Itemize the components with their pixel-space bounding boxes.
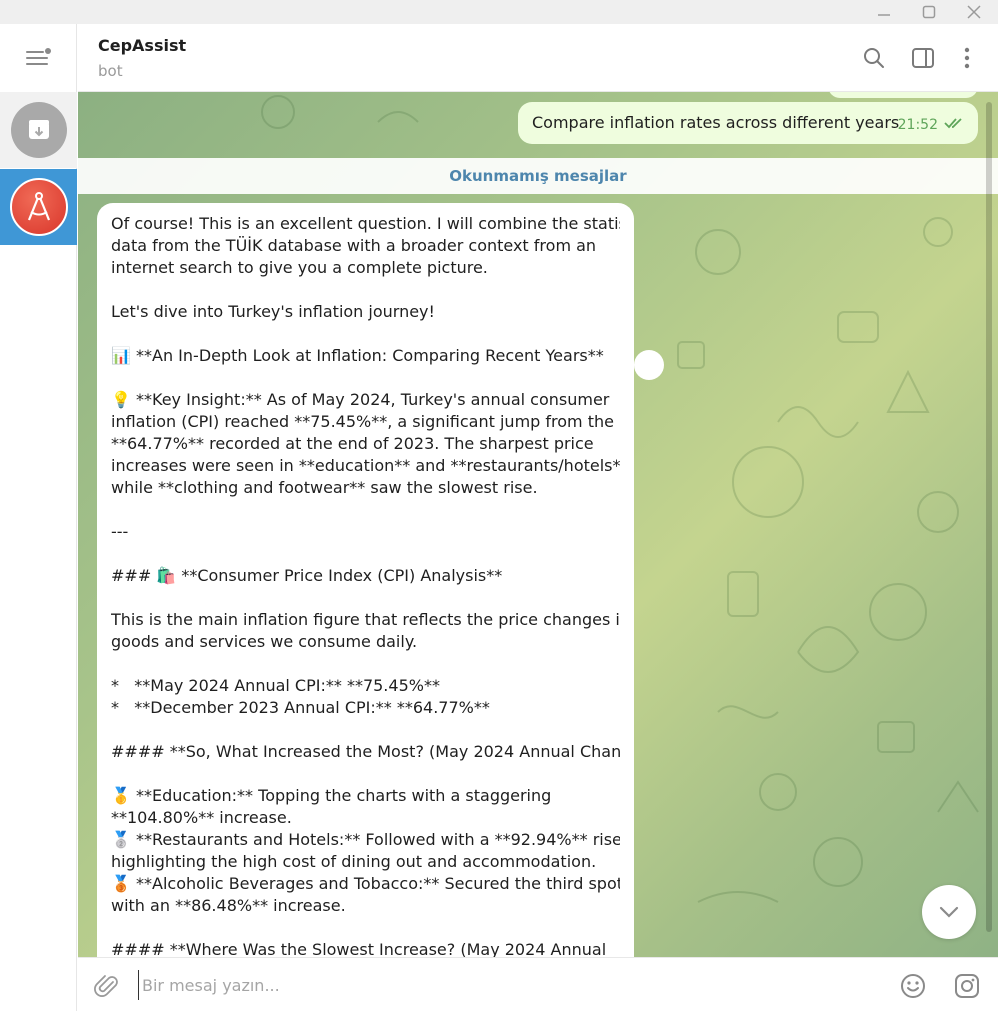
camera-button[interactable] xyxy=(952,971,982,1001)
message-selection-dot xyxy=(634,350,664,380)
message-line: 🥉 **Alcoholic Beverages and Tobacco:** S… xyxy=(111,874,620,893)
message-line: Of course! This is an excellent question… xyxy=(111,214,620,233)
message-line xyxy=(111,719,620,741)
hamburger-menu-icon xyxy=(25,48,51,65)
message-line: 📊 **An In-Depth Look at Inflation: Compa… xyxy=(111,346,604,365)
message-line: goods and services we consume daily. xyxy=(111,632,418,651)
message-line: 💡 **Key Insight:** As of May 2024, Turke… xyxy=(111,390,610,409)
window-titlebar xyxy=(0,0,998,24)
message-line xyxy=(111,323,620,345)
archived-chats-item[interactable] xyxy=(0,92,77,168)
message-line: #### **So, What Increased the Most? (May… xyxy=(111,742,620,761)
message-line xyxy=(111,367,620,389)
side-panel-icon xyxy=(912,48,934,68)
unread-messages-divider: Okunmamış mesajlar xyxy=(78,158,998,194)
message-input[interactable] xyxy=(138,970,878,1000)
search-button[interactable] xyxy=(860,44,888,72)
scroll-to-bottom-button[interactable] xyxy=(922,885,976,939)
chat-title[interactable]: CepAssist xyxy=(98,36,186,55)
incoming-message-bubble[interactable]: Of course! This is an excellent question… xyxy=(97,203,634,957)
message-line: while **clothing and footwear** saw the … xyxy=(111,478,538,497)
smiley-icon xyxy=(901,974,925,998)
minimize-button[interactable] xyxy=(864,0,904,24)
message-line xyxy=(111,543,620,565)
message-line: ### 🛍️ **Consumer Price Index (CPI) Anal… xyxy=(111,566,503,585)
message-line: 🥇 **Education:** Topping the charts with… xyxy=(111,786,552,805)
minimize-icon xyxy=(878,14,890,16)
chat-header: CepAssist bot xyxy=(78,24,998,92)
more-vertical-icon xyxy=(964,47,970,69)
message-line: inflation (CPI) reached **75.45%**, a si… xyxy=(111,412,614,431)
more-options-button[interactable] xyxy=(953,44,981,72)
chevron-down-icon xyxy=(939,906,959,918)
previous-message-bubble-edge xyxy=(828,92,978,98)
chat-item-cepassist[interactable] xyxy=(0,169,77,245)
message-line: **104.80%** increase. xyxy=(111,808,292,827)
maximize-button[interactable] xyxy=(909,0,949,24)
double-check-icon xyxy=(944,118,962,129)
message-line xyxy=(111,279,620,301)
message-line: #### **Where Was the Slowest Increase? (… xyxy=(111,940,607,957)
chat-list-sidebar xyxy=(0,24,77,1011)
message-line: data from the TÜİK database with a broad… xyxy=(111,236,597,255)
archive-icon xyxy=(28,120,49,139)
search-icon xyxy=(864,48,884,68)
message-line xyxy=(111,587,620,609)
composer-bar xyxy=(78,957,998,1011)
message-line: Let's dive into Turkey's inflation journ… xyxy=(111,302,435,321)
paperclip-icon xyxy=(94,975,118,997)
message-line xyxy=(111,763,620,785)
close-button[interactable] xyxy=(954,0,994,24)
outgoing-message-bubble[interactable]: Compare inflation rates across different… xyxy=(518,102,978,144)
message-line: * **May 2024 Annual CPI:** **75.45%** xyxy=(111,676,440,695)
archive-avatar xyxy=(10,102,67,158)
compass-logo-icon xyxy=(27,192,50,221)
emoji-button[interactable] xyxy=(898,971,928,1001)
attach-button[interactable] xyxy=(92,971,122,1001)
chat-subtitle: bot xyxy=(98,62,123,80)
scrollbar[interactable] xyxy=(986,102,992,932)
cepassist-avatar xyxy=(9,178,68,236)
message-line xyxy=(111,917,620,939)
message-line: This is the main inflation figure that r… xyxy=(111,610,620,629)
message-line: 🥈 **Restaurants and Hotels:** Followed w… xyxy=(111,830,620,849)
message-line: * **December 2023 Annual CPI:** **64.77%… xyxy=(111,698,490,717)
unread-messages-label: Okunmamış mesajlar xyxy=(449,167,627,185)
toggle-sidebar-button[interactable] xyxy=(909,44,937,72)
message-line: --- xyxy=(111,522,129,541)
close-icon xyxy=(967,5,981,19)
message-line xyxy=(111,499,620,521)
message-line: internet search to give you a complete p… xyxy=(111,258,488,277)
main-menu-button[interactable] xyxy=(0,24,77,92)
message-time: 21:52 xyxy=(897,117,938,133)
message-line: with an **86.48%** increase. xyxy=(111,896,346,915)
message-list[interactable]: Compare inflation rates across different… xyxy=(78,92,998,957)
message-line: **64.77%** recorded at the end of 2023. … xyxy=(111,434,594,453)
message-line xyxy=(111,653,620,675)
message-line: highlighting the high cost of dining out… xyxy=(111,852,597,871)
message-line: increases were seen in **education** and… xyxy=(111,456,620,475)
instant-camera-icon xyxy=(955,974,979,998)
maximize-icon xyxy=(922,5,936,19)
